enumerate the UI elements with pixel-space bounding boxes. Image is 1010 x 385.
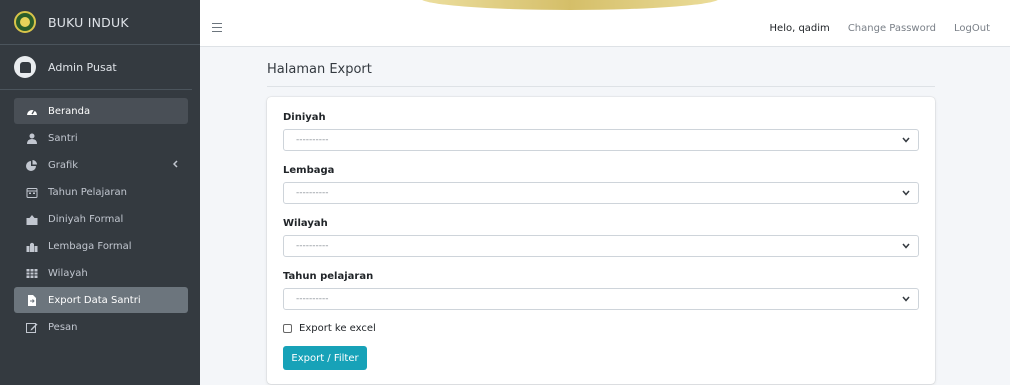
sidebar-item-label: Diniyah Formal [48, 213, 124, 225]
sidebar-item-label: Pesan [48, 321, 78, 333]
export-excel-checkbox[interactable] [283, 324, 292, 333]
divider [267, 86, 935, 87]
user-panel[interactable]: Admin Pusat [0, 45, 192, 90]
change-password-link[interactable]: Change Password [848, 23, 936, 34]
sidebar-item-tahun-pelajaran[interactable]: Tahun Pelajaran [14, 179, 188, 205]
sidebar-item-label: Tahun Pelajaran [48, 186, 127, 198]
brand-title: BUKU INDUK [48, 14, 129, 30]
sidebar-item-lembaga-formal[interactable]: Lembaga Formal [14, 233, 188, 259]
lembaga-select[interactable]: ---------- [283, 182, 919, 204]
sidebar-item-label: Wilayah [48, 267, 88, 279]
sidebar-item-export-data-santri[interactable]: Export Data Santri [14, 287, 188, 313]
banner-logo-art [420, 0, 720, 10]
select-value: ---------- [296, 135, 329, 145]
export-excel-option: Export ke excel [283, 323, 376, 334]
chevron-down-icon [902, 189, 910, 199]
wilayah-label: Wilayah [283, 218, 328, 229]
wilayah-select[interactable]: ---------- [283, 235, 919, 257]
building-icon [26, 241, 38, 252]
menu-toggle-icon[interactable] [212, 23, 222, 32]
diniyah-label: Diniyah [283, 112, 326, 123]
sidebar-item-label: Beranda [48, 105, 91, 117]
school-icon [26, 214, 38, 225]
sidebar-item-diniyah-formal[interactable]: Diniyah Formal [14, 206, 188, 232]
page-title: Halaman Export [267, 62, 372, 77]
brand-logo-icon [14, 11, 36, 33]
edit-icon [26, 322, 38, 333]
select-value: ---------- [296, 294, 329, 304]
sidebar-item-santri[interactable]: Santri [14, 125, 188, 151]
tachometer-icon [26, 106, 38, 117]
user-icon [26, 133, 38, 144]
chart-pie-icon [26, 159, 38, 171]
chevron-down-icon [902, 295, 910, 305]
chevron-left-icon [172, 160, 178, 171]
diniyah-select[interactable]: ---------- [283, 129, 919, 151]
export-form-card: Diniyah ---------- Lembaga ---------- Wi… [267, 97, 935, 384]
logout-link[interactable]: LogOut [954, 23, 990, 34]
calendar-icon [26, 187, 38, 198]
avatar [14, 56, 36, 78]
file-export-icon [26, 294, 38, 306]
tahun-pelajaran-select[interactable]: ---------- [283, 288, 919, 310]
sidebar-item-grafik[interactable]: Grafik [14, 152, 188, 178]
top-navbar: Helo, qadim Change Password LogOut [200, 12, 1010, 47]
sidebar: BUKU INDUK Admin Pusat Beranda Santri Gr… [0, 0, 200, 385]
select-value: ---------- [296, 241, 329, 251]
sidebar-item-label: Santri [48, 132, 78, 144]
chevron-down-icon [902, 136, 910, 146]
brand[interactable]: BUKU INDUK [0, 0, 200, 45]
tahun-pelajaran-label: Tahun pelajaran [283, 271, 374, 282]
top-links: Helo, qadim Change Password LogOut [770, 23, 990, 34]
lembaga-label: Lembaga [283, 165, 335, 176]
sidebar-item-beranda[interactable]: Beranda [14, 98, 188, 124]
export-filter-button[interactable]: Export / Filter [283, 346, 367, 370]
chevron-down-icon [902, 242, 910, 252]
user-name: Admin Pusat [48, 60, 117, 74]
select-value: ---------- [296, 188, 329, 198]
sidebar-item-label: Lembaga Formal [48, 240, 132, 252]
greeting-text: Helo, qadim [769, 23, 830, 34]
sidebar-nav: Beranda Santri Grafik Tahun Pelajaran Di… [0, 90, 200, 340]
sidebar-item-pesan[interactable]: Pesan [14, 314, 188, 340]
sidebar-item-label: Grafik [48, 159, 79, 171]
table-grid-icon [26, 268, 38, 279]
sidebar-item-wilayah[interactable]: Wilayah [14, 260, 188, 286]
sidebar-item-label: Export Data Santri [48, 294, 141, 306]
top-banner [200, 0, 1010, 12]
export-excel-label[interactable]: Export ke excel [299, 323, 376, 334]
